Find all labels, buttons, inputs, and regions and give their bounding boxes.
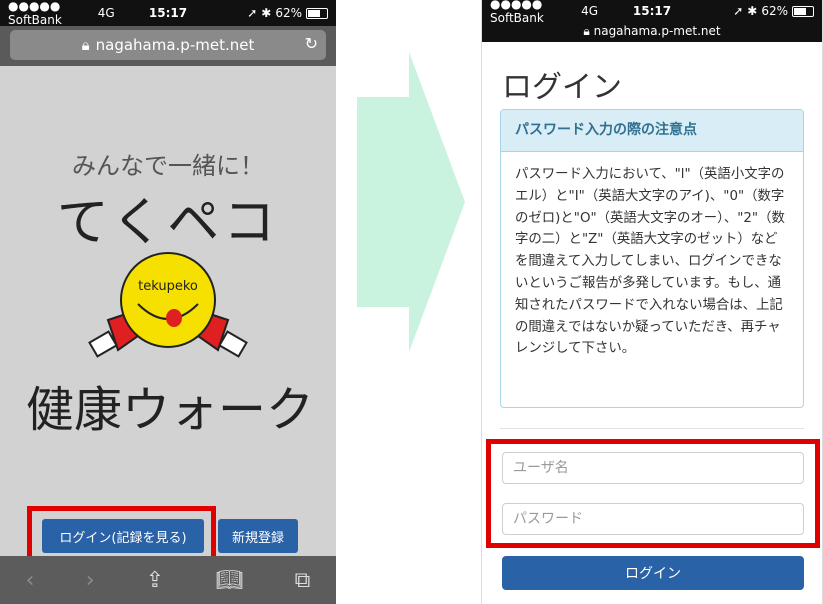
notice-body: パスワード入力において、"l"（英語小文字のエル）と"I"（英語大文字のアイ)、… — [515, 167, 785, 357]
login-page-title: ログイン — [502, 70, 622, 105]
carrier-label: ●●●●● SoftBank — [8, 0, 62, 27]
bookmarks-icon[interactable]: 📖︎ — [215, 568, 243, 593]
share-icon[interactable]: ⇪ — [146, 568, 164, 593]
url-text: nagahama.p-met.net — [593, 24, 721, 38]
page-title: てくペコ — [56, 193, 280, 253]
login-view-records-button[interactable]: ログイン(記録を見る) — [42, 519, 204, 553]
battery-icon — [306, 7, 329, 19]
status-bar: ●●●●● SoftBank 4G 15:17 ➚ ✱ 62% — [482, 0, 822, 25]
page-title-2: 健康ウォーク — [25, 382, 314, 438]
divider — [500, 428, 804, 429]
password-input[interactable] — [502, 503, 804, 535]
browser-toolbar: ‹ › ⇪ 📖︎ ⧉ — [0, 556, 336, 604]
battery-percent: 62% — [761, 4, 788, 18]
mascot-logo: tekupeko — [88, 252, 248, 358]
right-phone-screen: ●●●●● SoftBank 4G 15:17 ➚ ✱ 62% 🔒︎ nagah… — [481, 0, 823, 604]
location-icon: ➚ — [247, 6, 258, 20]
address-bar[interactable]: 🔒︎ nagahama.p-met.net ↻ — [10, 30, 326, 60]
login-button[interactable]: ログイン — [502, 556, 804, 590]
transition-arrow-icon — [357, 52, 465, 352]
battery-percent: 62% — [275, 6, 303, 20]
url-text: nagahama.p-met.net — [95, 36, 255, 54]
lock-icon: 🔒︎ — [81, 36, 90, 54]
location-icon: ➚ — [733, 4, 744, 18]
battery-icon — [792, 5, 814, 17]
network-label: 4G — [97, 6, 115, 20]
carrier-label: ●●●●● SoftBank — [490, 0, 544, 25]
forward-icon[interactable]: › — [86, 568, 95, 593]
back-icon[interactable]: ‹ — [26, 568, 35, 593]
mascot-text: tekupeko — [138, 279, 198, 294]
network-label: 4G — [581, 4, 598, 18]
register-button[interactable]: 新規登録 — [218, 519, 298, 553]
page-subtitle: みんなで一緒に！ — [72, 152, 264, 180]
status-bar: ●●●●● SoftBank 4G 15:17 ➚ ✱ 62% — [0, 0, 336, 27]
bluetooth-icon: ✱ — [747, 4, 758, 18]
password-notice-panel: パスワード入力の際の注意点 パスワード入力において、"l"（英語小文字のエル）と… — [500, 109, 804, 408]
tabs-icon[interactable]: ⧉ — [295, 568, 311, 593]
left-phone-screen: ●●●●● SoftBank 4G 15:17 ➚ ✱ 62% 🔒︎ nagah… — [0, 0, 336, 604]
username-input[interactable] — [502, 452, 804, 484]
reload-icon[interactable]: ↻ — [305, 34, 318, 53]
notice-heading: パスワード入力の際の注意点 — [501, 110, 803, 152]
lock-icon: 🔒︎ — [583, 24, 590, 38]
clock: 15:17 — [632, 4, 672, 18]
address-bar[interactable]: 🔒︎ nagahama.p-met.net — [482, 22, 822, 42]
clock: 15:17 — [148, 6, 188, 20]
bluetooth-icon: ✱ — [261, 6, 272, 20]
